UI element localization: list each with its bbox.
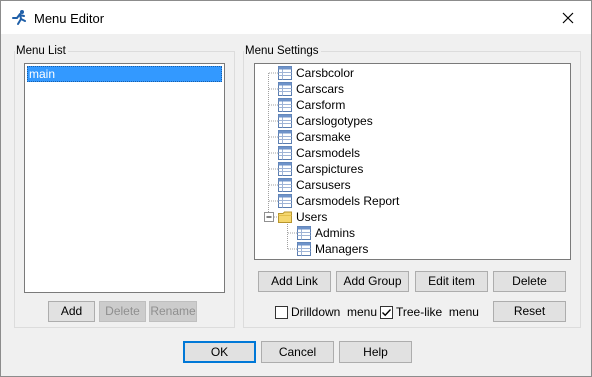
rename-button[interactable]: Rename — [149, 301, 197, 322]
table-icon — [278, 162, 292, 176]
menu-tree[interactable]: Carsbcolor Carscars Carsform Carslogotyp… — [254, 63, 571, 260]
tree-item[interactable]: Carsbcolor — [278, 65, 354, 81]
tree-item[interactable]: Carspictures — [278, 161, 363, 177]
delete-item-button[interactable]: Delete — [493, 271, 566, 292]
tree-like-menu-checkbox[interactable]: Tree-like menu — [380, 304, 479, 320]
edit-item-button[interactable]: Edit item — [415, 271, 488, 292]
tree-item-label: Carspictures — [296, 162, 364, 176]
tree-item-label: Carsmodels Report — [296, 194, 400, 208]
add-link-button[interactable]: Add Link — [258, 271, 331, 292]
folder-icon — [278, 211, 292, 223]
table-icon — [278, 178, 292, 192]
close-icon — [562, 12, 574, 23]
tree-item-label: Managers — [315, 242, 369, 256]
table-icon — [278, 114, 292, 128]
menu-list-label: Menu List — [15, 44, 68, 58]
tree-item-label: Carscars — [296, 82, 345, 96]
cancel-button[interactable]: Cancel — [261, 341, 334, 363]
menu-settings-group: Menu Settings Carsbcolor Carscars Carsfo… — [243, 44, 581, 328]
tree-item-label: Carsmodels — [296, 146, 361, 160]
close-button[interactable] — [545, 1, 591, 34]
tree-item[interactable]: Carsmodels Report — [278, 193, 399, 209]
menu-settings-label: Menu Settings — [244, 44, 321, 58]
ok-button[interactable]: OK — [183, 341, 256, 363]
add-button[interactable]: Add — [48, 301, 95, 322]
table-icon — [297, 226, 311, 240]
delete-menu-button[interactable]: Delete — [99, 301, 146, 322]
title-bar: Menu Editor — [1, 1, 591, 34]
checkbox-box[interactable] — [380, 305, 393, 319]
table-icon — [278, 130, 292, 144]
drilldown-menu-label: Drilldown menu — [291, 305, 378, 319]
checkbox-box[interactable] — [275, 305, 288, 319]
table-icon — [278, 82, 292, 96]
tree-item[interactable]: Carsmodels — [278, 145, 360, 161]
tree-item[interactable]: Carsusers — [278, 177, 351, 193]
checkmark-icon — [382, 308, 392, 316]
tree-item-label: Carsusers — [296, 178, 351, 192]
tree-child-item[interactable]: Managers — [297, 241, 368, 257]
tree-item-label: Carsmake — [296, 130, 351, 144]
menu-list-group: Menu List main Add Delete Rename — [14, 44, 235, 328]
add-group-button[interactable]: Add Group — [336, 271, 409, 292]
menu-editor-window: Menu Editor Menu List main Add Delete Re… — [0, 0, 592, 377]
drilldown-menu-checkbox[interactable]: Drilldown menu — [275, 304, 377, 320]
tree-group-users[interactable]: Users — [278, 209, 327, 225]
table-icon — [278, 66, 292, 80]
tree-like-menu-label: Tree-like menu — [396, 305, 479, 319]
table-icon — [278, 194, 292, 208]
window-title: Menu Editor — [34, 11, 105, 26]
tree-child-item[interactable]: Admins — [297, 225, 355, 241]
runner-icon — [11, 9, 29, 27]
tree-item-label: Carsform — [296, 98, 346, 112]
table-icon — [278, 146, 292, 160]
tree-item[interactable]: Carsform — [278, 97, 345, 113]
menu-listbox[interactable]: main — [24, 63, 225, 293]
help-button[interactable]: Help — [339, 341, 412, 363]
tree-item[interactable]: Carslogotypes — [278, 113, 373, 129]
tree-group-label: Users — [296, 210, 328, 224]
tree-item[interactable]: Carscars — [278, 81, 344, 97]
table-icon — [278, 98, 292, 112]
tree-item-label: Carslogotypes — [296, 114, 373, 128]
table-icon — [297, 242, 311, 256]
tree-item[interactable]: Carsmake — [278, 129, 351, 145]
tree-item-label: Carsbcolor — [296, 66, 355, 80]
reset-button[interactable]: Reset — [493, 301, 566, 322]
tree-item-label: Admins — [315, 226, 356, 240]
list-item-main[interactable]: main — [27, 66, 222, 82]
